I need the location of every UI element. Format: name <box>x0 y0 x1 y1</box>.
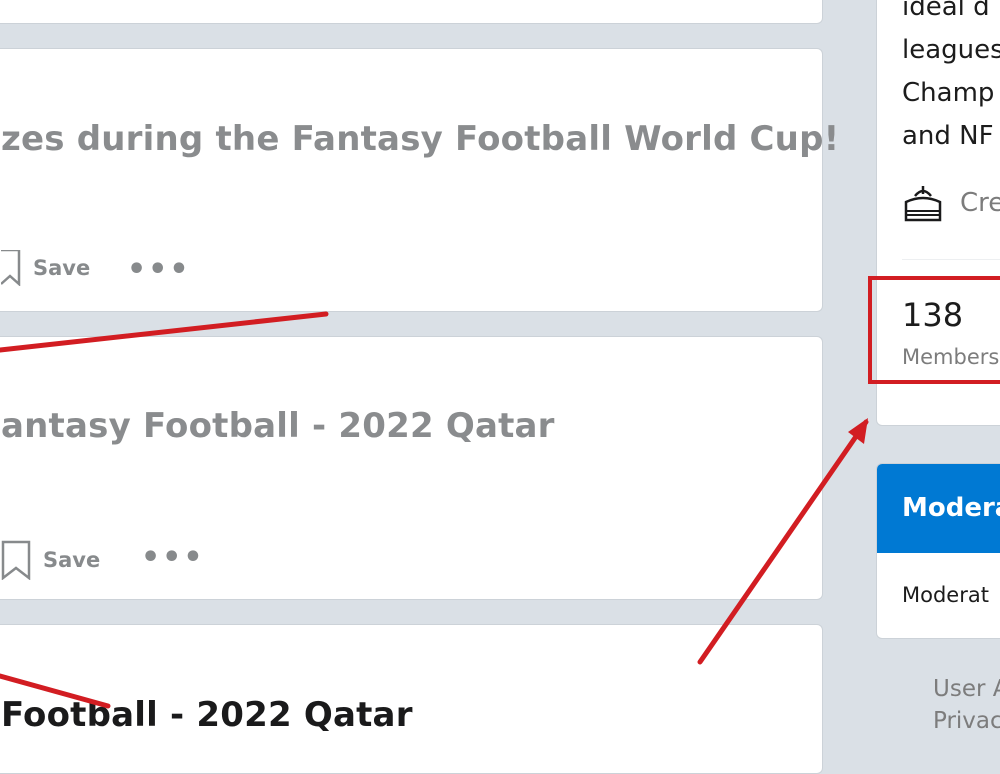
post-title[interactable]: Football - 2022 Qatar <box>1 695 413 735</box>
post-title[interactable]: zes during the Fantasy Football World Cu… <box>1 119 839 159</box>
bookmark-icon <box>1 250 21 286</box>
save-label: Save <box>43 548 101 572</box>
about-line-3: Champ <box>902 78 995 108</box>
post-card-0[interactable] <box>0 0 823 24</box>
moderators-label[interactable]: Moderat <box>902 583 989 607</box>
post-card-2[interactable]: antasy Football - 2022 Qatar Save ••• <box>0 336 823 600</box>
created-date: Cre <box>960 188 1000 218</box>
bookmark-icon <box>1 540 31 580</box>
about-line-4: and NF <box>902 121 994 151</box>
save-button[interactable]: Save <box>1 250 90 286</box>
moderators-title: Modera <box>902 493 1000 523</box>
post-card-1[interactable]: zes during the Fantasy Football World Cu… <box>0 48 839 312</box>
post-card-3[interactable]: Football - 2022 Qatar <box>0 624 823 774</box>
arrow-head <box>848 418 868 444</box>
more-options-button[interactable]: ••• <box>141 543 205 573</box>
members-count: 138 <box>902 296 964 334</box>
more-options-button[interactable]: ••• <box>127 255 191 285</box>
footer-link-privacy[interactable]: Privac <box>933 708 1000 734</box>
members-label: Members <box>902 345 1000 369</box>
about-line-2: leagues <box>902 35 1000 65</box>
sidebar-divider <box>902 259 1000 260</box>
about-line-1: ideal d <box>902 0 990 22</box>
cake-icon <box>904 186 942 222</box>
post-title[interactable]: antasy Football - 2022 Qatar <box>1 406 555 446</box>
footer-link-user-agreement[interactable]: User A <box>933 676 1000 702</box>
moderators-card: Modera Moderat <box>876 463 1000 639</box>
save-button[interactable]: Save <box>1 540 100 580</box>
save-label: Save <box>33 256 91 280</box>
